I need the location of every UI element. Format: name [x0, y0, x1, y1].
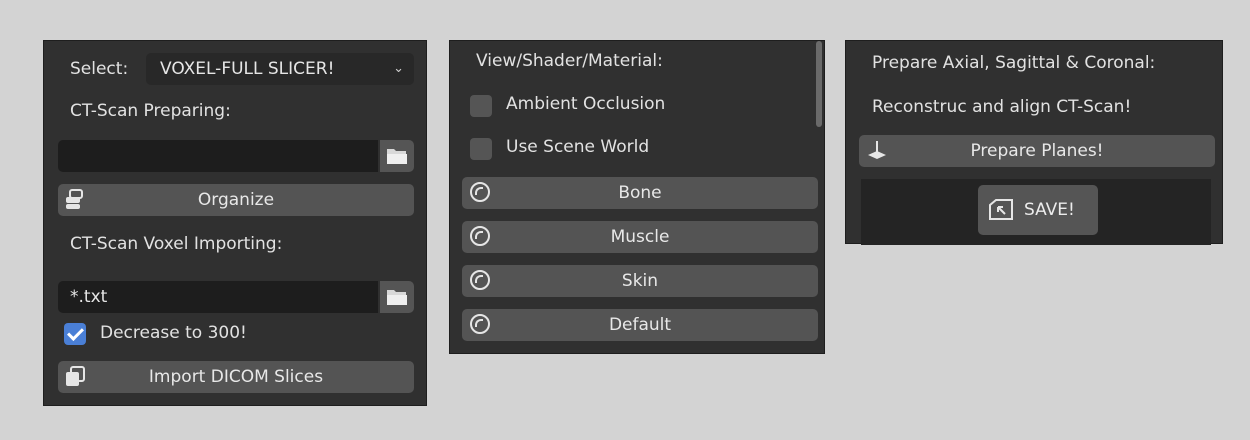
sphere-icon	[470, 226, 490, 246]
material-label: Default	[608, 315, 672, 335]
reconstruct-label: Reconstruc and align CT-Scan!	[872, 97, 1132, 117]
folder-icon	[387, 149, 407, 164]
prepare-planes-button[interactable]: Prepare Planes!	[859, 135, 1215, 167]
material-label: Bone	[618, 183, 662, 203]
ambient-occlusion-checkbox[interactable]	[470, 95, 492, 117]
mode-select-value: VOXEL-FULL SLICER!	[160, 59, 335, 79]
import-path-field[interactable]: *.txt	[58, 281, 378, 313]
decrease-label: Decrease to 300!	[100, 323, 247, 343]
save-button[interactable]: SAVE!	[978, 185, 1098, 235]
voxel-slicer-panel: Select: VOXEL-FULL SLICER! ⌄ CT-Scan Pre…	[43, 40, 427, 406]
scrollbar[interactable]	[816, 41, 822, 127]
view-shader-material-header: View/Shader/Material:	[476, 51, 663, 71]
view-shader-material-panel: View/Shader/Material: Ambient Occlusion …	[449, 40, 825, 354]
preparing-browse-button[interactable]	[380, 140, 414, 172]
organize-button[interactable]: Organize	[58, 184, 414, 216]
prepare-axes-label: Prepare Axial, Sagittal & Coronal:	[872, 53, 1156, 73]
sphere-icon	[470, 314, 490, 334]
save-label: SAVE!	[1024, 200, 1075, 220]
planes-icon	[868, 141, 886, 159]
material-button-muscle[interactable]: Muscle	[462, 221, 818, 253]
save-area: SAVE!	[861, 179, 1211, 245]
material-label: Skin	[621, 271, 659, 291]
prepare-planes-label: Prepare Planes!	[970, 141, 1104, 161]
folder-icon	[387, 290, 407, 305]
ct-scan-preparing-label: CT-Scan Preparing:	[70, 101, 231, 121]
import-browse-button[interactable]	[380, 281, 414, 313]
organize-label: Organize	[197, 190, 275, 210]
import-dicom-slices-button[interactable]: Import DICOM Slices	[58, 361, 414, 393]
sphere-icon	[470, 270, 490, 290]
preparing-path-field[interactable]	[58, 140, 378, 172]
export-icon	[989, 199, 1013, 220]
use-scene-world-label: Use Scene World	[506, 137, 650, 157]
sphere-icon	[470, 182, 490, 202]
copy-icon	[66, 366, 85, 386]
use-scene-world-checkbox[interactable]	[470, 138, 492, 160]
import-dicom-slices-label: Import DICOM Slices	[148, 367, 324, 387]
chevron-down-icon: ⌄	[393, 61, 404, 76]
material-button-skin[interactable]: Skin	[462, 265, 818, 297]
material-button-default[interactable]: Default	[462, 309, 818, 341]
organize-icon	[66, 189, 83, 209]
material-label: Muscle	[610, 227, 670, 247]
ct-scan-voxel-importing-label: CT-Scan Voxel Importing:	[70, 234, 283, 254]
planes-panel: Prepare Axial, Sagittal & Coronal: Recon…	[845, 40, 1223, 245]
mode-select[interactable]: VOXEL-FULL SLICER! ⌄	[146, 53, 414, 85]
select-label: Select:	[70, 59, 129, 79]
material-button-bone[interactable]: Bone	[462, 177, 818, 209]
decrease-checkbox[interactable]	[64, 323, 86, 345]
ambient-occlusion-label: Ambient Occlusion	[506, 94, 666, 114]
